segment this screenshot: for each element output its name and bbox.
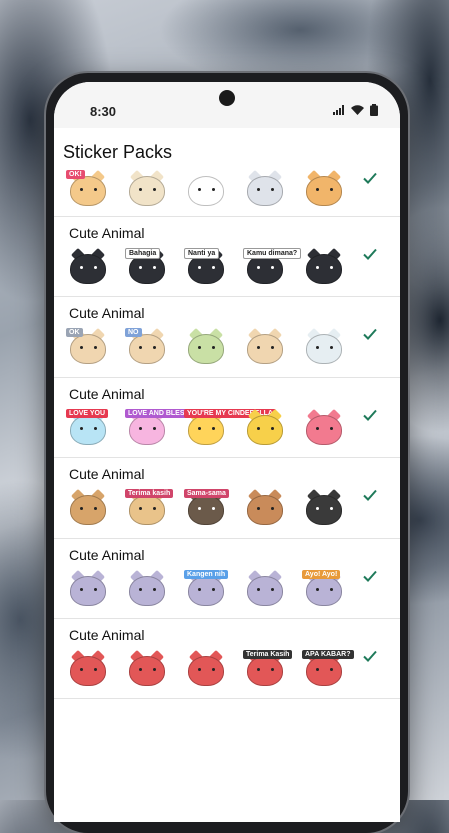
sticker-preview-strip: OK NO (62, 327, 357, 368)
sticker-pack-row[interactable]: Cute Animal Terima Kasih APA KABAR? (54, 618, 400, 699)
cat-sticker (239, 169, 291, 210)
sticker-preview-strip: Terima kasih Sama-sama (62, 488, 357, 529)
kids-sticker (62, 649, 114, 690)
added-check-icon[interactable] (362, 648, 378, 664)
bulldog-sticker (239, 488, 291, 529)
pack-title: Cute Animal (69, 547, 145, 563)
pack-title: Cute Animal (69, 627, 145, 643)
sticker-pack-row[interactable]: Cute Animal Terima kasih Sama-sama (54, 457, 400, 539)
black-cat-sticker (298, 247, 350, 288)
sticker-caption: APA KABAR? (302, 650, 354, 659)
status-time: 8:30 (90, 104, 117, 119)
sticker-caption: Terima Kasih (243, 650, 293, 659)
sticker-caption: NO (125, 328, 142, 337)
app-screen: 8:30 Sticker Packs OK! Cute Animal Bahagia… (54, 82, 400, 822)
added-check-icon[interactable] (362, 326, 378, 342)
dog-cloud-sticker (298, 327, 350, 368)
cat-sticker (121, 169, 173, 210)
cat-sticker: OK! (62, 169, 114, 210)
dog-cloud-sticker (239, 327, 291, 368)
sticker-caption: Kamu dimana? (243, 248, 302, 259)
koala-sticker (62, 569, 114, 610)
system-icons (333, 104, 378, 116)
koala-sticker (239, 569, 291, 610)
status-bar: 8:30 (54, 82, 400, 128)
dog-cloud-sticker (180, 327, 232, 368)
koala-sticker: Kangen nih (180, 569, 232, 610)
battery-icon (370, 104, 378, 116)
pack-title: Cute Animal (69, 305, 145, 321)
bear-sticker (298, 408, 350, 449)
page-title: Sticker Packs (63, 142, 173, 162)
pug-sticker: Sama-sama (180, 488, 232, 529)
sticker-caption: Terima kasih (125, 489, 174, 498)
shiba-sticker (62, 488, 114, 529)
sticker-pack-row[interactable]: OK! (54, 168, 400, 217)
sticker-caption: LOVE YOU (66, 409, 109, 418)
frenchie-sticker (298, 488, 350, 529)
added-check-icon[interactable] (362, 568, 378, 584)
dog-cloud-sticker: NO (121, 327, 173, 368)
added-check-icon[interactable] (362, 246, 378, 262)
kids-sticker: Terima Kasih (239, 649, 293, 690)
black-cat-sticker: Kamu dimana? (239, 247, 302, 288)
sticker-caption: Ayo! Ayo! (302, 570, 341, 579)
kids-sticker: APA KABAR? (298, 649, 354, 690)
koala-sticker (121, 569, 173, 610)
sticker-pack-row[interactable]: Cute Animal Bahagia Nanti ya Kamu dimana? (54, 216, 400, 297)
cat-sticker (180, 169, 232, 210)
pack-title: Cute Animal (69, 225, 145, 241)
duck-sticker: YOU'RE MY CINDERELLA (180, 408, 276, 449)
dog-cloud-sticker: OK (62, 327, 114, 368)
front-camera (219, 90, 235, 106)
added-check-icon[interactable] (362, 170, 378, 186)
sticker-preview-strip: OK! (62, 169, 357, 210)
sticker-pack-row[interactable]: Cute Animal OK NO (54, 296, 400, 378)
shiba-sticker: Terima kasih (121, 488, 174, 529)
added-check-icon[interactable] (362, 487, 378, 503)
sticker-caption: Kangen nih (184, 570, 229, 579)
love-card-sticker (239, 408, 291, 449)
sticker-caption: OK (66, 328, 83, 337)
sticker-preview-strip: Kangen nih Ayo! Ayo! (62, 569, 357, 610)
kids-sticker (121, 649, 173, 690)
wifi-icon (351, 105, 364, 115)
sticker-preview-strip: LOVE YOU LOVE AND BLESS YOU YOU'RE MY CIND… (62, 408, 357, 449)
sticker-pack-row[interactable]: Cute Animal Kangen nih Ayo! Ayo! (54, 538, 400, 619)
added-check-icon[interactable] (362, 407, 378, 423)
pack-title: Cute Animal (69, 386, 145, 402)
sticker-preview-strip: Terima Kasih APA KABAR? (62, 649, 357, 690)
sticker-caption: Bahagia (125, 248, 161, 259)
kids-sticker (180, 649, 232, 690)
cat-sticker (298, 169, 350, 210)
black-cat-sticker: Nanti ya (180, 247, 232, 288)
signal-icon (333, 105, 344, 115)
love-card-sticker: LOVE YOU (62, 408, 114, 449)
black-cat-sticker: Bahagia (121, 247, 173, 288)
sticker-caption: Nanti ya (184, 248, 220, 259)
sticker-pack-row[interactable]: Cute Animal LOVE YOU LOVE AND BLESS YOU YOU… (54, 377, 400, 458)
bunny-sticker: LOVE AND BLESS YOU (121, 408, 210, 449)
koala-sticker: Ayo! Ayo! (298, 569, 350, 610)
pack-title: Cute Animal (69, 466, 145, 482)
black-cat-sticker (62, 247, 114, 288)
sticker-caption: Sama-sama (184, 489, 229, 498)
sticker-preview-strip: Bahagia Nanti ya Kamu dimana? (62, 247, 357, 288)
sticker-caption: OK! (66, 170, 85, 179)
sticker-pack-list[interactable]: Sticker Packs OK! Cute Animal Bahagia Nanti… (54, 128, 400, 822)
